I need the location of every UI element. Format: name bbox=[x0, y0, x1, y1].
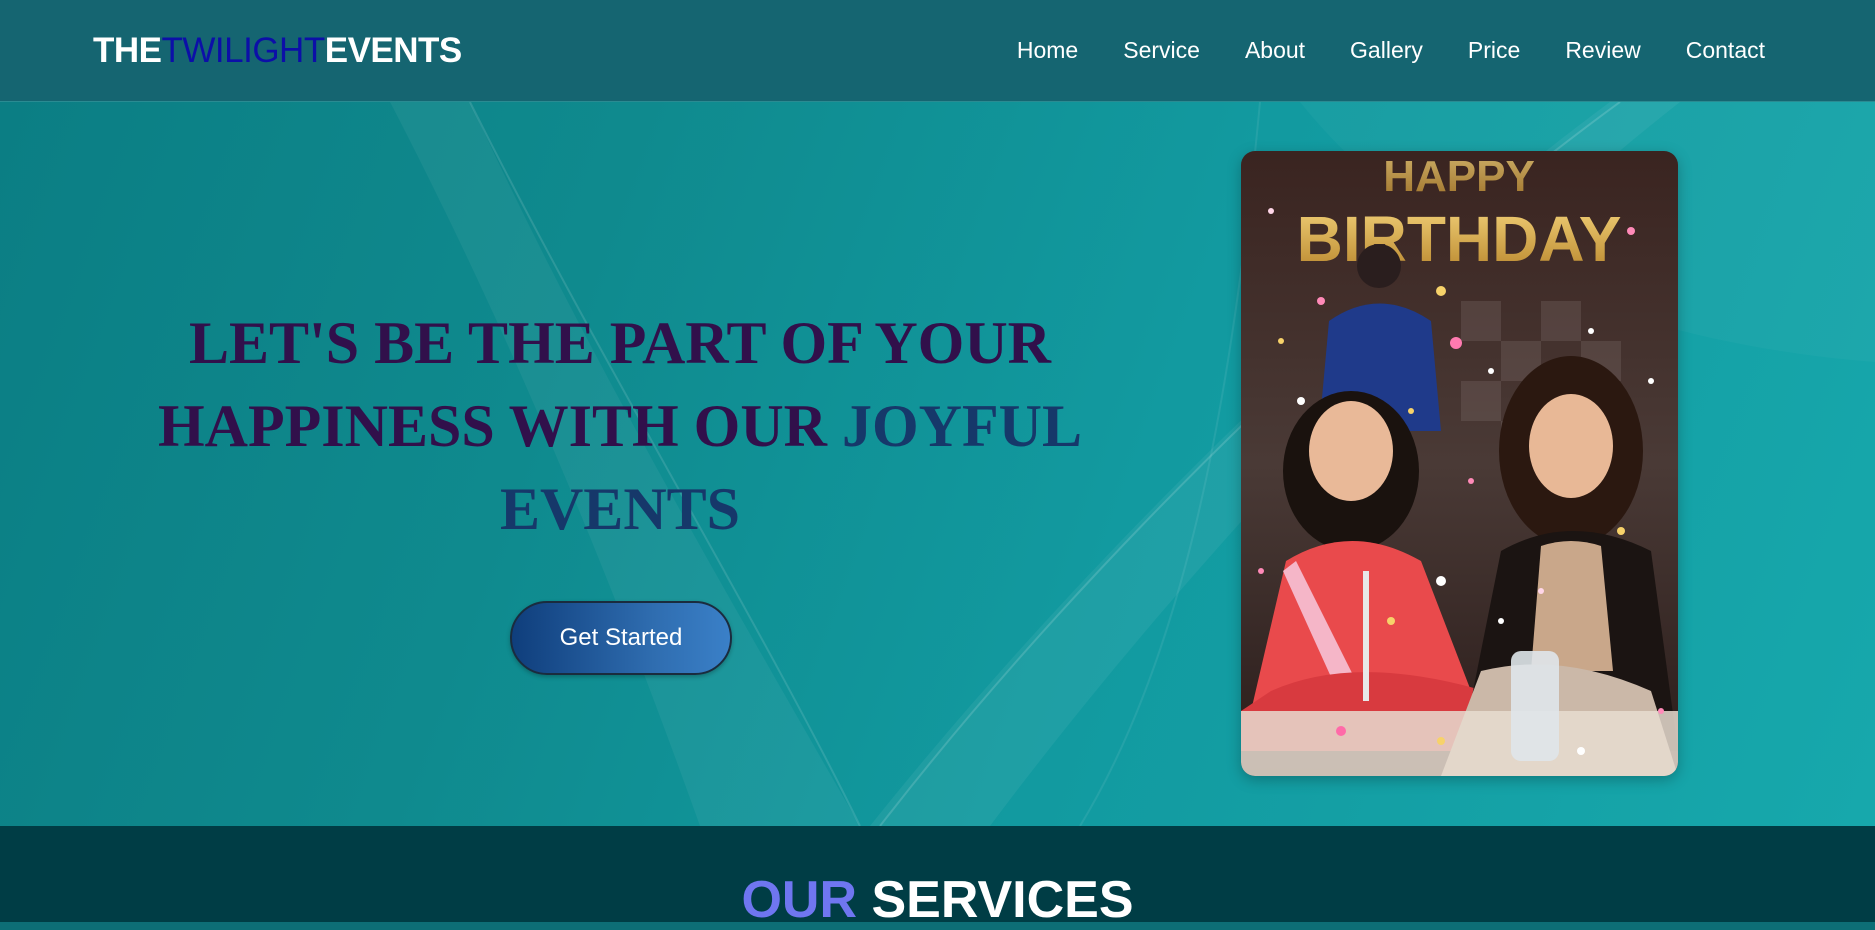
nav-service[interactable]: Service bbox=[1123, 37, 1200, 64]
logo-part-twilight: TWILIGHT bbox=[161, 30, 326, 70]
nav-home[interactable]: Home bbox=[1017, 37, 1078, 64]
services-section: OUR SERVICES bbox=[0, 826, 1875, 929]
get-started-button[interactable]: Get Started bbox=[510, 601, 732, 675]
headline-accent-events: EVENTS bbox=[499, 476, 741, 542]
nav-about[interactable]: About bbox=[1245, 37, 1305, 64]
nav-review[interactable]: Review bbox=[1565, 37, 1640, 64]
hero-headline: LET'S BE THE PART OF YOUR HAPPINESS WITH… bbox=[120, 302, 1120, 551]
birthday-party-photo-icon: HAPPY BIRTHDAY bbox=[1241, 151, 1678, 776]
logo-part-events: EVENTS bbox=[324, 30, 463, 70]
photo-banner-birthday: BIRTHDAY bbox=[1297, 203, 1622, 275]
headline-accent-joyful: JOYFUL bbox=[842, 393, 1083, 459]
main-nav: Home Service About Gallery Price Review … bbox=[1017, 37, 1765, 64]
services-heading-rest: SERVICES bbox=[871, 871, 1134, 929]
navbar: THETWILIGHTEVENTS Home Service About Gal… bbox=[0, 0, 1875, 102]
headline-line-2: HAPPINESS WITH OUR bbox=[157, 393, 843, 459]
photo-banner-happy: HAPPY bbox=[1383, 152, 1535, 201]
hero-photo: HAPPY BIRTHDAY bbox=[1241, 151, 1678, 776]
nav-contact[interactable]: Contact bbox=[1686, 37, 1765, 64]
nav-gallery[interactable]: Gallery bbox=[1350, 37, 1423, 64]
services-heading: OUR SERVICES bbox=[0, 870, 1875, 930]
headline-line-1: LET'S BE THE PART OF YOUR bbox=[189, 310, 1051, 376]
services-heading-accent: OUR bbox=[741, 871, 858, 929]
hero-section: LET'S BE THE PART OF YOUR HAPPINESS WITH… bbox=[0, 102, 1875, 826]
nav-price[interactable]: Price bbox=[1468, 37, 1520, 64]
site-logo[interactable]: THETWILIGHTEVENTS bbox=[93, 31, 462, 71]
logo-part-the: THE bbox=[93, 30, 162, 70]
